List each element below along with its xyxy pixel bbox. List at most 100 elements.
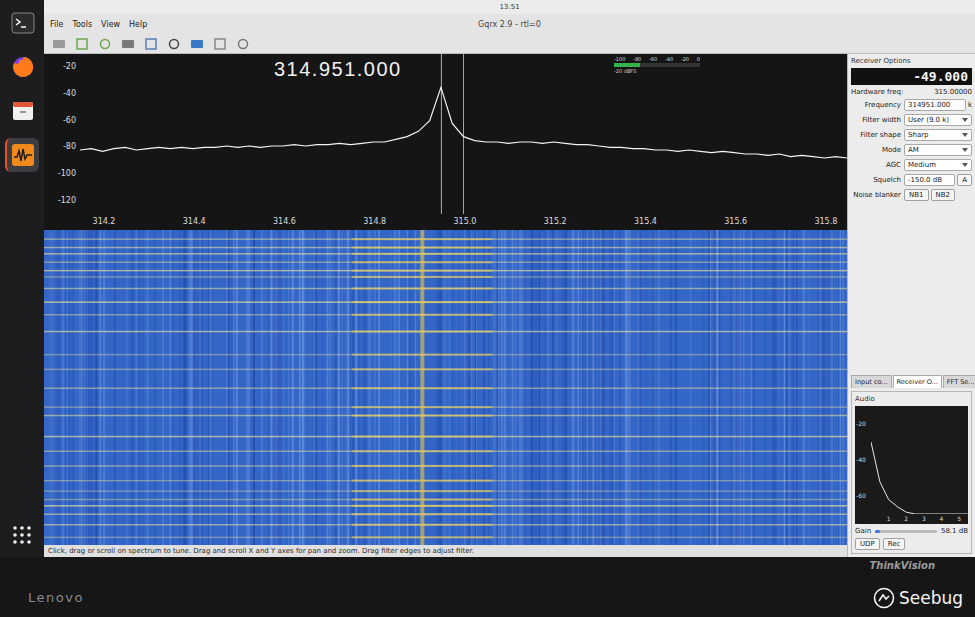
combo-box[interactable]: AM — [904, 144, 972, 156]
combo-box[interactable]: Medium — [904, 159, 972, 171]
y-tick: -60 — [63, 116, 76, 125]
clock[interactable]: 13:51 — [499, 3, 519, 11]
gain-slider[interactable] — [875, 530, 937, 533]
field-row: Filter widthUser (9.0 k) — [851, 114, 972, 126]
menu-item[interactable]: View — [101, 20, 120, 29]
dropdown-icon — [962, 163, 968, 167]
x-tick: 314.8 — [363, 217, 386, 226]
meter-tick: -100 — [614, 56, 625, 62]
x-tick: 314.4 — [183, 217, 206, 226]
files-dock-item[interactable] — [5, 94, 39, 128]
app-grid-icon[interactable] — [10, 523, 34, 547]
x-axis[interactable]: 314.2314.4314.6314.8315.0315.2315.4315.6… — [80, 214, 847, 230]
audio-x-tick: 3 — [922, 515, 926, 522]
x-tick: 315.0 — [454, 217, 477, 226]
y-axis[interactable]: -20-40-60-80-100-120 — [44, 54, 80, 214]
terminal-dock-item[interactable] — [5, 6, 39, 40]
y-tick: -100 — [58, 169, 76, 178]
meter-reading: -20 dBFS — [614, 68, 700, 74]
gain-row: Gain 58.1 dB — [855, 527, 968, 535]
menu-item[interactable]: Tools — [72, 20, 92, 29]
combo-box[interactable]: Sharp — [904, 129, 972, 141]
x-tick: 314.6 — [273, 217, 296, 226]
monitor-bezel: Lenovo ThinkVision — [0, 557, 975, 617]
audio-title: Audio — [855, 395, 968, 403]
meter-tick: -60 — [649, 56, 657, 62]
status-bar: Click, drag or scroll on spectrum to tun… — [44, 545, 847, 557]
gqrx-dock-item[interactable] — [5, 138, 39, 172]
toolbar-4-icon[interactable] — [144, 38, 158, 50]
combo-box[interactable]: User (9.0 k) — [904, 114, 972, 126]
menu-bar: FileToolsViewHelpGqrx 2.9 - rtl=0 — [44, 14, 975, 34]
toolbar-7-icon[interactable] — [213, 38, 227, 50]
field-label: Mode — [851, 146, 901, 154]
field-row: ModeAM — [851, 144, 972, 156]
toolbar-1-icon[interactable] — [75, 38, 89, 50]
audio-fft: -20-40-6012345 — [855, 406, 968, 524]
spectrum-trace — [80, 87, 847, 158]
toolbar-2-icon[interactable] — [98, 38, 112, 50]
seebug-logo-icon — [873, 587, 895, 609]
firefox-icon — [11, 55, 35, 79]
top-bar: 13:51 — [44, 0, 975, 14]
audio-button[interactable]: Rec — [883, 538, 906, 550]
meter-fill — [614, 63, 640, 67]
x-tick: 315.8 — [814, 217, 837, 226]
menu-item[interactable]: File — [50, 20, 63, 29]
model-logo: ThinkVision — [870, 560, 936, 571]
audio-y-tick: -20 — [856, 420, 866, 427]
dock — [0, 0, 44, 557]
toolbar-6-icon[interactable] — [190, 38, 204, 50]
tab[interactable]: Input co... — [851, 375, 892, 388]
spectrum-panel[interactable]: -20-40-60-80-100-120314.2314.4314.6314.8… — [44, 54, 847, 230]
tab[interactable]: Receiver O... — [893, 375, 942, 388]
field-label: Noise blanker — [851, 191, 901, 199]
toolbar-3-icon[interactable] — [121, 38, 135, 50]
y-tick: -80 — [63, 142, 76, 151]
field-row: AGCMedium — [851, 159, 972, 171]
gain-fill — [875, 530, 880, 533]
waterfall[interactable] — [44, 230, 847, 545]
field-row: Noise blankerNB1NB2 — [851, 189, 972, 201]
watermark: Seebug — [873, 587, 963, 609]
gqrx-window: 13:51FileToolsViewHelpGqrx 2.9 - rtl=0-2… — [44, 0, 975, 557]
spectrum-chart[interactable] — [80, 54, 847, 214]
audio-y-tick: -40 — [856, 456, 866, 463]
gain-label: Gain — [855, 527, 871, 535]
audio-panel: Audio-20-40-6012345Gain58.1 dBUDPRec — [851, 391, 972, 554]
auto-button[interactable]: A — [957, 174, 972, 186]
toggle-button[interactable]: NB1 — [904, 189, 929, 201]
audio-y-tick: -60 — [856, 492, 866, 499]
toolbar-0-icon[interactable] — [52, 38, 66, 50]
files-icon — [11, 99, 35, 123]
meter-tick: 0 — [697, 56, 700, 62]
field-label: Frequency — [851, 101, 901, 109]
gqrx-icon — [11, 143, 35, 167]
spin-box[interactable]: 314951.000 — [904, 99, 966, 111]
toolbar-5-icon[interactable] — [167, 38, 181, 50]
spin-box[interactable]: -150.0 dB — [904, 174, 955, 186]
x-tick: 315.2 — [544, 217, 567, 226]
menu-item[interactable]: Help — [129, 20, 147, 29]
x-tick: 315.6 — [724, 217, 747, 226]
audio-button[interactable]: UDP — [855, 538, 880, 550]
audio-x-tick: 2 — [904, 515, 908, 522]
firefox-dock-item[interactable] — [5, 50, 39, 84]
tab-bar: Input co...Receiver O...FFT Se... — [851, 375, 972, 388]
waterfall-chart[interactable] — [44, 230, 847, 545]
monitor-photo: 13:51FileToolsViewHelpGqrx 2.9 - rtl=0-2… — [0, 0, 975, 617]
brand-logo: Lenovo — [28, 590, 84, 605]
tab[interactable]: FFT Se... — [943, 375, 975, 388]
toggle-button[interactable]: NB2 — [931, 189, 956, 201]
frequency-readout: 314.951.000 — [274, 58, 402, 81]
field-label: AGC — [851, 161, 901, 169]
dropdown-icon — [962, 148, 968, 152]
toolbar-8-icon[interactable] — [236, 38, 250, 50]
audio-x-tick: 5 — [957, 515, 961, 522]
gain-reading: 58.1 dB — [941, 527, 968, 535]
field-row: Squelch-150.0 dBA — [851, 174, 972, 186]
x-tick: 315.4 — [634, 217, 657, 226]
audio-x-tick: 4 — [940, 515, 944, 522]
screen: 13:51FileToolsViewHelpGqrx 2.9 - rtl=0-2… — [0, 0, 975, 557]
offset-display[interactable]: -49.000 — [851, 68, 972, 85]
